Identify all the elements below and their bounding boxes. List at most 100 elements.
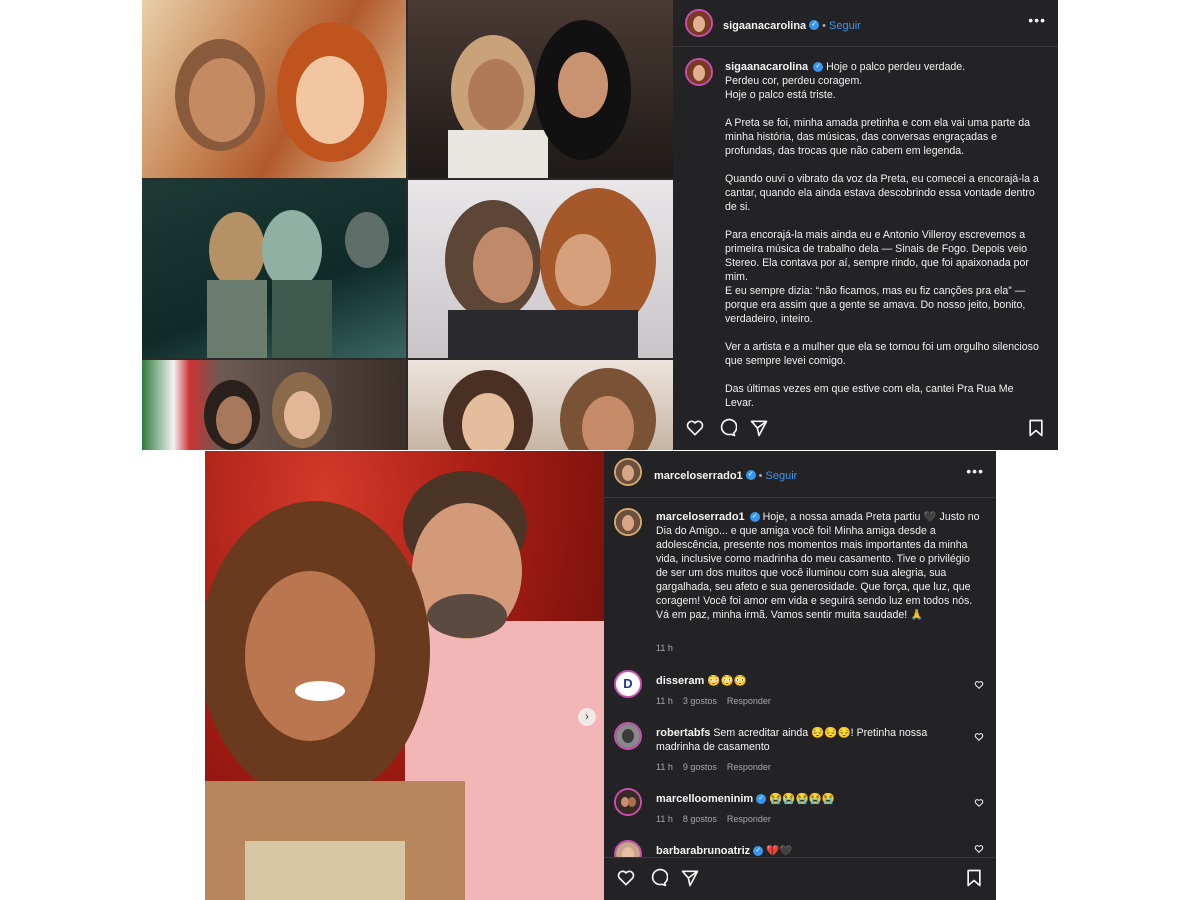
verified-icon: ✓: [753, 846, 764, 857]
caption-avatar[interactable]: [614, 508, 642, 536]
bookmark-icon[interactable]: [964, 868, 984, 888]
heart-icon[interactable]: [974, 732, 984, 742]
caption-text: Hoje, a nossa amada Preta partiu 🖤 Justo…: [656, 511, 983, 621]
chevron-right-icon[interactable]: ›: [578, 708, 596, 726]
photo-content: [175, 22, 387, 162]
post-header: marceloserrado1 ✓ • Seguir •••: [604, 451, 996, 498]
verified-icon: ✓: [749, 512, 760, 523]
comment-item: D disseram 😳😳😳 11 h 3 gostos Responder: [614, 670, 986, 710]
photo-content: [443, 368, 656, 450]
heart-icon[interactable]: [616, 868, 636, 888]
post-marcelo-serrado: › marceloserrado1 ✓ • Seguir ••• marceloser…: [205, 451, 996, 900]
more-icon[interactable]: •••: [966, 463, 984, 479]
heart-icon[interactable]: [974, 798, 984, 808]
avatar-letter: D: [623, 676, 633, 691]
comment-meta: 11 h 9 gostos Responder: [656, 760, 781, 774]
comment-text: barbarabrunoatriz ✓ 💔🖤: [656, 844, 956, 858]
post-side-panel: marceloserrado1 ✓ • Seguir ••• marceloserra…: [604, 451, 996, 900]
caption-username[interactable]: sigaanacarolina: [725, 61, 808, 73]
comment-text: marcelloomeninim ✓ 😭😭😭😭😭: [656, 792, 956, 806]
caption-username[interactable]: marceloserrado1: [656, 511, 745, 523]
heart-icon[interactable]: [974, 680, 984, 690]
verified-icon: ✓: [745, 469, 756, 480]
photo-content: [207, 210, 389, 358]
comment-item: robertabfs Sem acreditar ainda 😔😔😔! Pret…: [614, 722, 986, 776]
caption-text: Hoje o palco perdeu verdade. Perdeu cor,…: [725, 61, 1039, 409]
post-media-photo[interactable]: ›: [205, 451, 604, 900]
comment-username[interactable]: robertabfs: [656, 727, 710, 739]
reply-button[interactable]: Responder: [727, 814, 771, 824]
comment-avatar[interactable]: D: [614, 670, 642, 698]
comment-body: 💔🖤: [766, 845, 793, 857]
comment-body: 😭😭😭😭😭: [769, 793, 836, 805]
comment-text: robertabfs Sem acreditar ainda 😔😔😔! Pret…: [656, 726, 956, 754]
photo-content: [205, 471, 604, 900]
avatar-image: [687, 60, 711, 84]
avatar[interactable]: [614, 458, 642, 486]
action-bar: [604, 857, 996, 900]
comment-time: 11 h: [656, 696, 673, 706]
comment-likes[interactable]: 9 gostos: [683, 762, 717, 772]
header-user-line: marceloserrado1 ✓ • Seguir: [654, 466, 797, 484]
verified-icon: ✓: [756, 794, 767, 805]
photo-tile: [408, 0, 673, 178]
separator-dot: •: [822, 20, 827, 32]
comment-meta: 11 h 3 gostos Responder: [656, 694, 781, 708]
photo-content: [448, 20, 631, 178]
avatar[interactable]: [685, 9, 713, 37]
avatar-image: [616, 724, 640, 748]
action-bar: [673, 408, 1058, 450]
comment-time: 11 h: [656, 814, 673, 824]
comment-username[interactable]: barbarabrunoatriz: [656, 845, 750, 857]
header-username[interactable]: sigaanacarolina: [723, 20, 806, 32]
comment-avatar[interactable]: [614, 788, 642, 816]
comment-username[interactable]: marcelloomeninim: [656, 793, 753, 805]
share-icon[interactable]: [680, 868, 700, 888]
comment-time: 11 h: [656, 762, 673, 772]
comment-avatar[interactable]: [614, 722, 642, 750]
photo-tile: [142, 180, 406, 358]
header-user-line: sigaanacarolina ✓ • Seguir: [723, 16, 861, 34]
comment-body: 😳😳😳: [707, 675, 747, 687]
comment-avatar[interactable]: [614, 840, 642, 858]
follow-button[interactable]: Seguir: [766, 470, 798, 482]
comment-username[interactable]: disseram: [656, 675, 704, 687]
avatar-image: [616, 460, 640, 484]
follow-button[interactable]: Seguir: [829, 20, 861, 32]
caption-avatar[interactable]: [685, 58, 713, 86]
photo-tile: [142, 0, 406, 178]
post-caption: sigaanacarolina ✓ Hoje o palco perdeu ver…: [725, 60, 1045, 410]
heart-icon[interactable]: [685, 418, 705, 438]
reply-button[interactable]: Responder: [727, 696, 771, 706]
photo-tile: [408, 180, 673, 358]
comment-text: disseram 😳😳😳: [656, 674, 956, 688]
photo-content: [445, 188, 656, 358]
bookmark-icon[interactable]: [1026, 418, 1046, 438]
comment-icon[interactable]: [648, 868, 668, 888]
post-header: sigaanacarolina ✓ • Seguir •••: [673, 0, 1058, 47]
more-icon[interactable]: •••: [1028, 12, 1046, 28]
photo-tile: [142, 360, 406, 450]
photo-content: [204, 372, 332, 450]
photo-tile: [408, 360, 673, 450]
verified-icon: ✓: [813, 62, 824, 73]
comment-likes[interactable]: 8 gostos: [683, 814, 717, 824]
heart-icon[interactable]: [974, 844, 984, 854]
comment-item: marcelloomeninim ✓ 😭😭😭😭😭 11 h 8 gostos Resp…: [614, 788, 986, 828]
comment-meta: 11 h 8 gostos Responder: [656, 812, 781, 826]
comment-item: barbarabrunoatriz ✓ 💔🖤: [614, 840, 986, 858]
share-icon[interactable]: [749, 418, 769, 438]
caption-timestamp: 11 h: [656, 643, 673, 653]
avatar-image: [616, 510, 640, 534]
reply-button[interactable]: Responder: [727, 762, 771, 772]
comment-likes[interactable]: 3 gostos: [683, 696, 717, 706]
post-media-collage[interactable]: [142, 0, 673, 450]
post-caption: marceloserrado1 ✓ Hoje, a nossa amada Pre…: [656, 510, 980, 622]
separator-dot: •: [758, 470, 763, 482]
verified-icon: ✓: [809, 19, 820, 30]
comment-icon[interactable]: [717, 418, 737, 438]
post-side-panel: sigaanacarolina ✓ • Seguir ••• sigaanacarol…: [673, 0, 1058, 450]
avatar-image: [687, 11, 711, 35]
post-ana-carolina: sigaanacarolina ✓ • Seguir ••• sigaanacarol…: [142, 0, 1058, 450]
header-username[interactable]: marceloserrado1: [654, 470, 743, 482]
